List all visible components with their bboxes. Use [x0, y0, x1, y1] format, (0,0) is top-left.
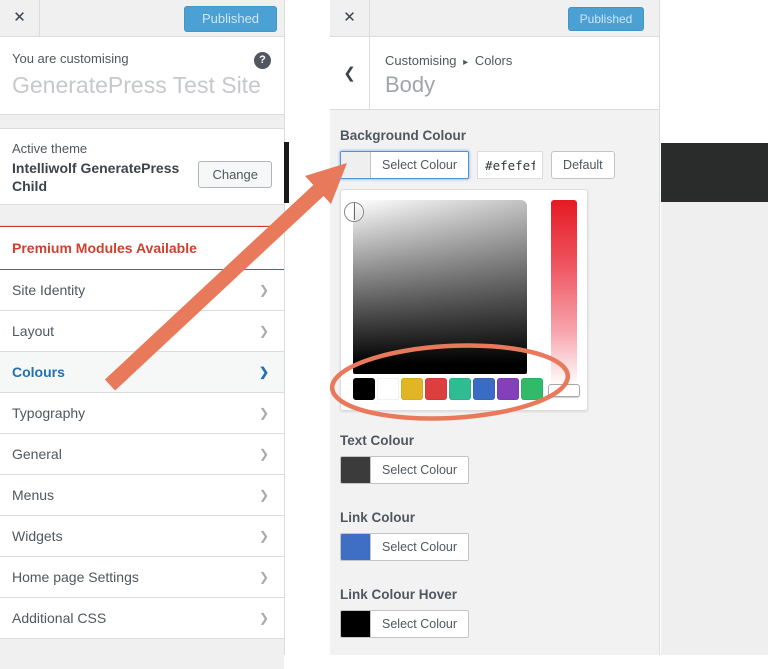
chevron-right-icon: ❯: [258, 529, 269, 543]
change-theme-button[interactable]: Change: [198, 161, 272, 188]
palette-swatch-yellow[interactable]: [401, 378, 423, 400]
chevron-right-icon: ❯: [258, 365, 269, 379]
palette-swatch-purple[interactable]: [497, 378, 519, 400]
breadcrumb: Customising ▸ Colors: [385, 53, 512, 68]
active-theme-label: Active theme: [12, 141, 88, 156]
colors-body-panel: ✕ Published ❮ Customising ▸ Colors Body …: [330, 0, 660, 655]
current-colour-swatch: [341, 534, 371, 560]
sidebar-item-home-page-settings[interactable]: Home page Settings ❯: [0, 557, 284, 598]
help-icon[interactable]: ?: [254, 52, 271, 69]
sidebar-item-label: Layout: [12, 323, 55, 339]
link-colour-hover-section: Link Colour Hover Select Colour: [340, 587, 649, 642]
sidebar-item-layout[interactable]: Layout ❯: [0, 311, 284, 352]
right-topbar: ✕ Published: [330, 0, 659, 37]
chevron-right-icon: ❯: [258, 611, 269, 625]
chevron-right-icon: ❯: [258, 283, 269, 297]
sidebar-item-colours[interactable]: Colours ❯: [0, 352, 284, 393]
hue-strip[interactable]: [551, 200, 577, 386]
divider: [0, 115, 284, 129]
link-select-colour-button[interactable]: Select Colour: [340, 533, 470, 561]
link-colour-label: Link Colour: [340, 510, 415, 525]
background-colour-label: Background Colour: [340, 128, 467, 143]
text-colour-section: Text Colour Select Colour: [340, 433, 649, 488]
sidebar-item-general[interactable]: General ❯: [0, 434, 284, 475]
background-colour-controls: Select Colour Default: [340, 151, 649, 179]
breadcrumb-separator-icon: ▸: [463, 57, 469, 68]
chevron-right-icon: ❯: [258, 447, 269, 461]
palette-swatch-blue[interactable]: [473, 378, 495, 400]
preview-site-header: [661, 143, 768, 202]
link-colour-section: Link Colour Select Colour: [340, 510, 649, 565]
hex-colour-input[interactable]: [477, 151, 544, 179]
default-button[interactable]: Default: [551, 151, 615, 179]
palette-swatch-black[interactable]: [353, 378, 375, 400]
sidebar-item-label: Menus: [12, 487, 55, 503]
background-select-colour-button[interactable]: Select Colour: [340, 151, 470, 179]
sidebar-item-label: Widgets: [12, 528, 63, 544]
palette-swatch-teal[interactable]: [449, 378, 471, 400]
customising-label: You are customising: [12, 51, 129, 66]
current-colour-swatch: [341, 457, 371, 483]
sidebar-item-additional-css[interactable]: Additional CSS ❯: [0, 598, 284, 639]
text-select-colour-button[interactable]: Select Colour: [340, 456, 470, 484]
page-title: Body: [385, 72, 436, 97]
palette-swatch-red[interactable]: [425, 378, 447, 400]
chevron-right-icon: ❯: [258, 406, 269, 420]
breadcrumb-page: Colors: [474, 53, 513, 68]
sidebar-item-label: Colours: [12, 364, 65, 380]
sidebar-item-site-identity[interactable]: Site Identity ❯: [0, 270, 284, 311]
sidebar-item-widgets[interactable]: Widgets ❯: [0, 516, 284, 557]
palette-swatch-white[interactable]: [377, 378, 399, 400]
saturation-value-square[interactable]: [344, 200, 527, 374]
current-colour-swatch: [341, 611, 371, 637]
sidebar-item-typography[interactable]: Typography ❯: [0, 393, 284, 434]
customizer-main-panel: ✕ Published You are customising ? Genera…: [0, 0, 285, 669]
sidebar-item-label: Site Identity: [12, 282, 86, 298]
chevron-right-icon: ❯: [258, 488, 269, 502]
select-colour-label: Select Colour: [382, 463, 458, 477]
sidebar-item-label: Additional CSS: [12, 610, 107, 626]
palette-swatch-green[interactable]: [521, 378, 543, 400]
select-colour-label: Select Colour: [382, 617, 458, 631]
site-title: GeneratePress Test Site: [12, 72, 261, 98]
chevron-right-icon: ❯: [258, 324, 269, 338]
colour-palette: [353, 378, 543, 400]
close-icon[interactable]: ✕: [0, 0, 40, 36]
select-colour-label: Select Colour: [382, 540, 458, 554]
hue-strip-handle[interactable]: [548, 384, 580, 397]
close-icon[interactable]: ✕: [330, 0, 370, 36]
site-preview: [661, 0, 768, 655]
active-theme-section: Active theme Intelliwolf GeneratePress C…: [0, 129, 284, 205]
controls-body: Background Colour Select Colour Default: [330, 110, 659, 655]
customizer-intro: You are customising ? GeneratePress Test…: [0, 37, 284, 115]
sidebar-item-label: General: [12, 446, 62, 462]
active-theme-name: Intelliwolf GeneratePress Child: [12, 160, 180, 195]
customizer-menu: Site Identity ❯ Layout ❯ Colours ❯ Typog…: [0, 270, 284, 639]
premium-modules-notice[interactable]: Premium Modules Available: [0, 226, 284, 270]
back-icon[interactable]: ❮: [330, 37, 370, 110]
scrollbar-thumb[interactable]: [284, 142, 289, 203]
left-topbar: ✕ Published: [0, 0, 284, 37]
published-button[interactable]: Published: [568, 7, 644, 31]
link-colour-hover-label: Link Colour Hover: [340, 587, 458, 602]
sidebar-item-label: Typography: [12, 405, 86, 421]
sidebar-item-menus[interactable]: Menus ❯: [0, 475, 284, 516]
divider: [0, 205, 284, 226]
link-hover-select-colour-button[interactable]: Select Colour: [340, 610, 470, 638]
chevron-right-icon: ❯: [258, 570, 269, 584]
picker-handle-icon[interactable]: [344, 202, 364, 222]
current-colour-swatch: [341, 152, 371, 178]
text-colour-label: Text Colour: [340, 433, 414, 448]
breadcrumb-root: Customising: [385, 53, 457, 68]
sidebar-item-label: Home page Settings: [12, 569, 139, 585]
preview-site-body: [661, 202, 768, 655]
panel-footer: [0, 639, 284, 669]
section-header: ❮ Customising ▸ Colors Body: [330, 37, 659, 110]
colour-picker: [340, 189, 588, 411]
select-colour-label: Select Colour: [382, 158, 458, 172]
published-button[interactable]: Published: [184, 6, 277, 32]
